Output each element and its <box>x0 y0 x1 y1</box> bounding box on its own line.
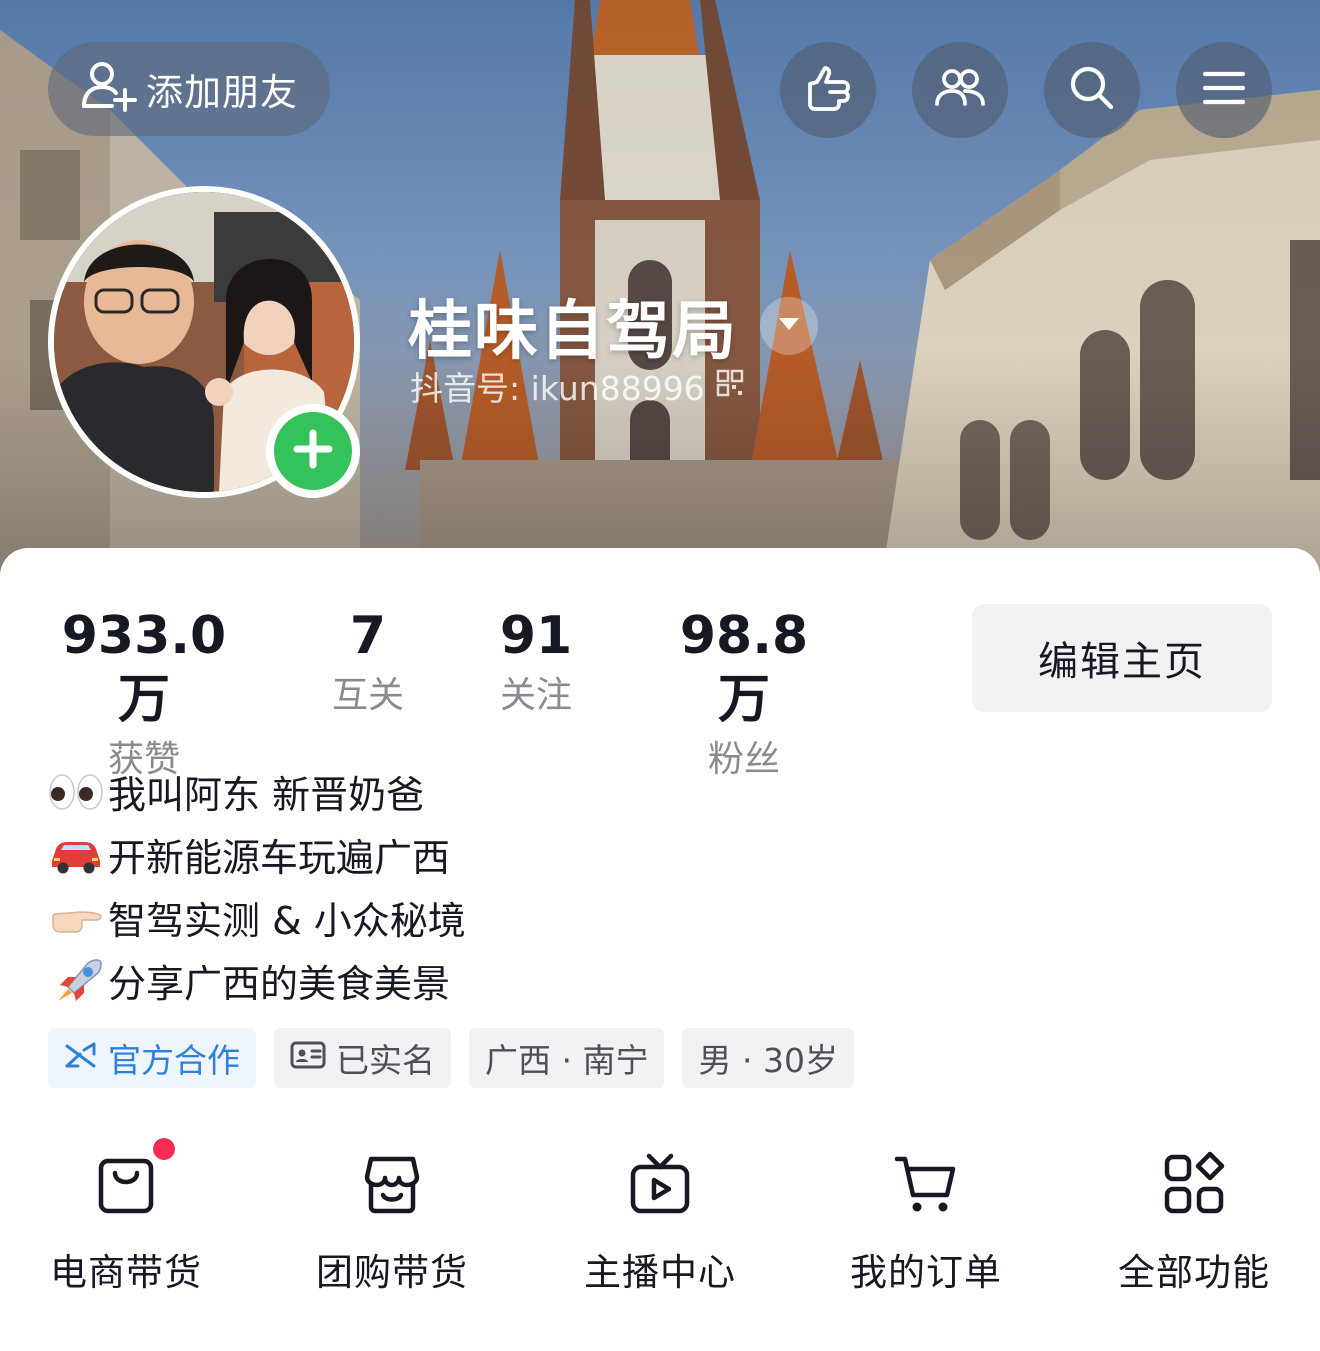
tag-gender-age[interactable]: 男 · 30岁 <box>682 1028 854 1088</box>
notification-dot <box>153 1138 175 1160</box>
nickname: 桂味自驾局 <box>408 295 738 369</box>
menu-icon <box>1196 60 1252 120</box>
bio-text: 智驾实测 & 小众秘境 <box>108 899 466 943</box>
tag-label: 广西 · 南宁 <box>485 1041 649 1080</box>
stats-row: 933.0万 获赞 7 互关 91 关注 98.8万 粉丝 <box>0 604 900 780</box>
menu-button[interactable] <box>1176 42 1272 138</box>
official-cooperation-icon <box>64 1039 98 1078</box>
stat-label: 粉丝 <box>707 739 780 780</box>
profile-sheet: 933.0万 获赞 7 互关 91 关注 98.8万 粉丝 编辑主页 我叫阿东 … <box>0 548 1320 1351</box>
tool-label: 全部功能 <box>1118 1251 1270 1294</box>
qr-code-icon[interactable] <box>715 367 745 406</box>
friends-icon <box>932 60 988 120</box>
stat-label: 互关 <box>331 675 404 716</box>
car-icon <box>48 827 108 883</box>
tool-label: 我的订单 <box>850 1251 1002 1294</box>
friends-button[interactable] <box>912 42 1008 138</box>
tag-verified[interactable]: 已实名 <box>274 1028 451 1088</box>
search-button[interactable] <box>1044 42 1140 138</box>
tag-label: 男 · 30岁 <box>698 1041 838 1080</box>
profile-cover[interactable]: 添加朋友 桂味自驾局 抖音号: ikun88996 <box>0 0 1320 590</box>
stat-following[interactable]: 91 关注 <box>486 604 586 724</box>
tag-official-cooperation[interactable]: 官方合作 <box>48 1028 256 1088</box>
edit-profile-button[interactable]: 编辑主页 <box>972 604 1272 712</box>
tag-label: 官方合作 <box>108 1041 240 1080</box>
stat-value: 91 <box>499 606 573 666</box>
tag-label: 已实名 <box>336 1041 435 1080</box>
douyin-id-label: 抖音号: ikun88996 <box>410 369 705 408</box>
profile-tags: 官方合作 已实名 广西 · 南宁 男 · 30岁 <box>48 1028 854 1088</box>
tool-streamer-center[interactable]: 主播中心 <box>580 1144 740 1296</box>
add-friend-label: 添加朋友 <box>146 71 298 114</box>
plus-icon <box>293 429 333 473</box>
stat-followers[interactable]: 98.8万 粉丝 <box>656 604 832 788</box>
tv-play-icon <box>627 1151 693 1221</box>
shopping-bag-icon <box>93 1151 159 1221</box>
tool-label: 主播中心 <box>584 1251 736 1294</box>
bio-line: 智驾实测 & 小众秘境 <box>48 886 466 949</box>
add-friend-button[interactable]: 添加朋友 <box>48 42 330 136</box>
apps-grid-icon <box>1161 1151 1227 1221</box>
tool-label: 电商带货 <box>50 1251 202 1294</box>
search-icon <box>1064 60 1120 120</box>
stat-value: 933.0万 <box>61 606 227 730</box>
nickname-row[interactable]: 桂味自驾局 <box>408 280 818 372</box>
bio: 我叫阿东 新晋奶爸 开新能源车玩遍广西 智驾实测 & 小众秘境 分享广西的美食美… <box>48 760 466 1012</box>
add-user-icon <box>80 56 138 123</box>
caret-down-icon <box>777 315 801 337</box>
stat-label: 关注 <box>499 675 572 716</box>
rocket-icon <box>48 953 108 1009</box>
account-switch-button[interactable] <box>760 297 818 355</box>
tag-location[interactable]: 广西 · 南宁 <box>469 1028 665 1088</box>
bio-text: 开新能源车玩遍广西 <box>108 836 451 880</box>
pointing-right-icon <box>48 890 108 946</box>
tool-group-buy[interactable]: 团购带货 <box>312 1144 472 1296</box>
tool-all-features[interactable]: 全部功能 <box>1114 1144 1274 1296</box>
stat-mutual[interactable]: 7 互关 <box>318 604 418 724</box>
stat-value: 7 <box>349 606 387 666</box>
bio-line: 分享广西的美食美景 <box>48 949 466 1012</box>
bio-text: 分享广西的美食美景 <box>108 962 451 1006</box>
pointing-hand-icon <box>800 60 856 120</box>
tool-label: 团购带货 <box>316 1251 468 1294</box>
bio-line: 我叫阿东 新晋奶爸 <box>48 760 466 823</box>
tool-ecommerce[interactable]: 电商带货 <box>46 1138 206 1296</box>
store-icon <box>359 1151 425 1221</box>
eyes-icon <box>48 764 108 820</box>
tool-my-orders[interactable]: 我的订单 <box>846 1144 1006 1296</box>
profile-page: 添加朋友 桂味自驾局 抖音号: ikun88996 933.0万 获赞 7 互关… <box>0 0 1320 1351</box>
bio-text: 我叫阿东 新晋奶爸 <box>108 773 425 817</box>
id-card-icon <box>290 1039 326 1078</box>
bio-line: 开新能源车玩遍广西 <box>48 823 466 886</box>
add-avatar-button[interactable] <box>266 404 360 498</box>
stat-value: 98.8万 <box>679 606 809 730</box>
tools-row: 电商带货 团购带货 主播中心 我的订单 全部功能 <box>0 1138 1320 1304</box>
cart-icon <box>893 1151 959 1221</box>
pointing-hand-button[interactable] <box>780 42 876 138</box>
douyin-id[interactable]: 抖音号: ikun88996 <box>410 362 745 410</box>
